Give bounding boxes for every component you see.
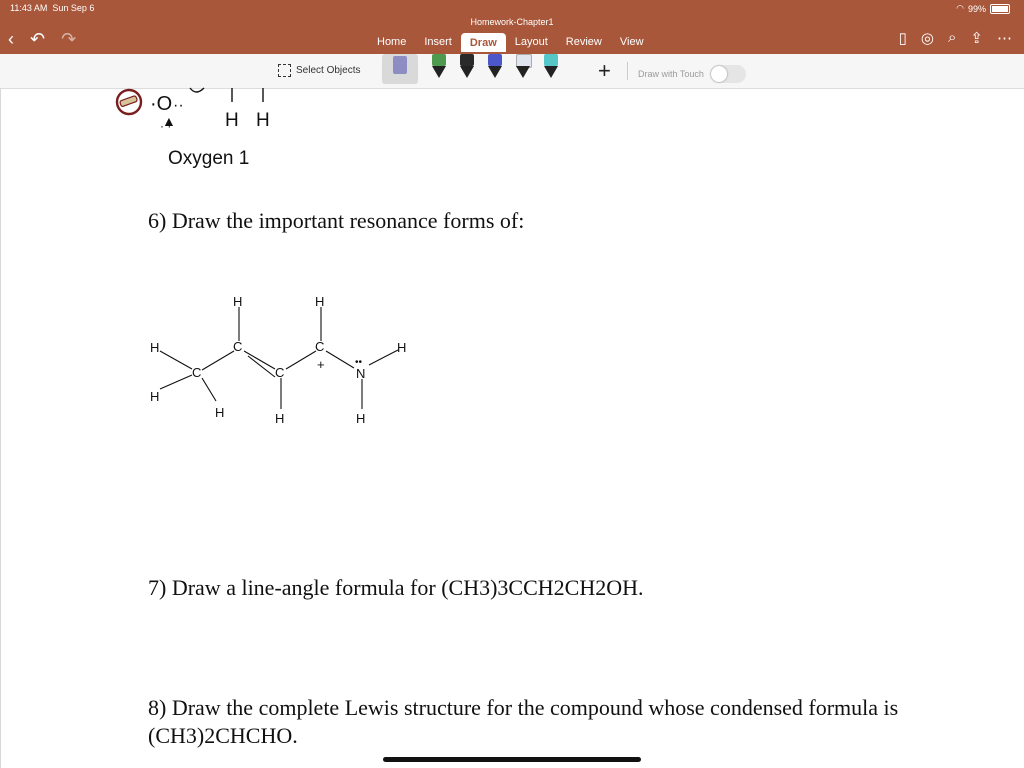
- atom-h: H: [233, 294, 242, 309]
- highlighter-cyan[interactable]: [544, 54, 558, 80]
- oxygen-atom: ·O: [150, 93, 172, 115]
- tab-review[interactable]: Review: [557, 33, 611, 52]
- status-time: 11:43 AM Sun Sep 6: [10, 3, 95, 13]
- back-icon[interactable]: ‹: [8, 29, 14, 50]
- redo-icon[interactable]: ↷: [61, 29, 76, 50]
- page-edge: [0, 88, 1, 768]
- question-8: 8) Draw the complete Lewis structure for…: [148, 694, 898, 750]
- draw-with-touch: Draw with Touch: [638, 65, 746, 83]
- svg-text:H: H: [225, 110, 239, 131]
- tab-layout[interactable]: Layout: [506, 33, 557, 52]
- pen-green[interactable]: [432, 54, 446, 80]
- oxygen-label: Oxygen 1: [168, 148, 250, 169]
- svg-text:· ·: · ·: [160, 119, 171, 133]
- tab-draw[interactable]: Draw: [460, 33, 506, 52]
- select-objects-button[interactable]: Select Objects: [278, 64, 360, 77]
- atom-n: N: [356, 366, 365, 381]
- undo-icon[interactable]: ↶: [30, 29, 45, 50]
- battery-icon: [990, 3, 1010, 14]
- tab-view[interactable]: View: [611, 33, 653, 52]
- home-indicator[interactable]: [383, 757, 641, 762]
- atom-h: H: [215, 405, 224, 420]
- add-pen-icon[interactable]: +: [598, 58, 611, 84]
- atom-h: H: [150, 340, 159, 355]
- atom-h: H: [315, 294, 324, 309]
- atom-h: H: [397, 340, 406, 355]
- toolbar-divider: [627, 62, 628, 80]
- select-objects-icon: [278, 64, 291, 77]
- atom-h: H: [150, 389, 159, 404]
- atom-c: C: [192, 365, 201, 380]
- tab-insert[interactable]: Insert: [415, 33, 461, 52]
- question-7: 7) Draw a line-angle formula for (CH3)3C…: [148, 575, 644, 600]
- atom-c: C: [275, 365, 284, 380]
- pen-white[interactable]: [516, 54, 532, 80]
- question-8-line-1: 8) Draw the complete Lewis structure for…: [148, 695, 899, 720]
- search-icon[interactable]: ⌕: [948, 29, 956, 47]
- pen-blue[interactable]: [488, 54, 502, 80]
- lightbulb-icon[interactable]: ◎: [921, 29, 934, 47]
- wifi-icon: ◠: [956, 3, 964, 13]
- atom-h: H: [356, 411, 365, 426]
- question-6: 6) Draw the important resonance forms of…: [148, 208, 525, 233]
- lasso-selection-icon: [115, 88, 143, 116]
- atom-c: C: [233, 339, 242, 354]
- atom-h: H: [275, 411, 284, 426]
- oxygen-fragment: ·O ·· ▲ · · H H: [115, 87, 270, 133]
- lone-pair: ••: [355, 357, 363, 368]
- pen-tray: [382, 54, 558, 88]
- resonance-structure: H H H C C H C C N + •• H H H H: [150, 294, 406, 426]
- document-title: Homework-Chapter1: [470, 17, 554, 27]
- svg-text:H: H: [256, 110, 270, 131]
- tab-home[interactable]: Home: [368, 33, 415, 52]
- app-header: 11:43 AM Sun Sep 6 ◠ 99% Homework-Chapte…: [0, 0, 1024, 54]
- atom-c: C: [315, 339, 324, 354]
- draw-toolbar: Select Objects + Draw with Touch: [0, 54, 1024, 89]
- svg-text:··: ··: [173, 97, 184, 114]
- ribbon-tabs: Home Insert Draw Layout Review View: [368, 33, 653, 52]
- status-battery: ◠ 99%: [956, 3, 1010, 14]
- pen-black[interactable]: [460, 54, 474, 80]
- device-icon[interactable]: ▯: [899, 29, 907, 47]
- question-8-line-2: (CH3)2CHCHO.: [148, 723, 298, 748]
- more-icon[interactable]: ⋯: [997, 29, 1012, 47]
- share-icon[interactable]: ⇪: [970, 29, 983, 47]
- eraser-tool[interactable]: [382, 54, 418, 84]
- draw-with-touch-toggle[interactable]: [709, 65, 746, 83]
- formal-charge-plus: +: [317, 357, 325, 372]
